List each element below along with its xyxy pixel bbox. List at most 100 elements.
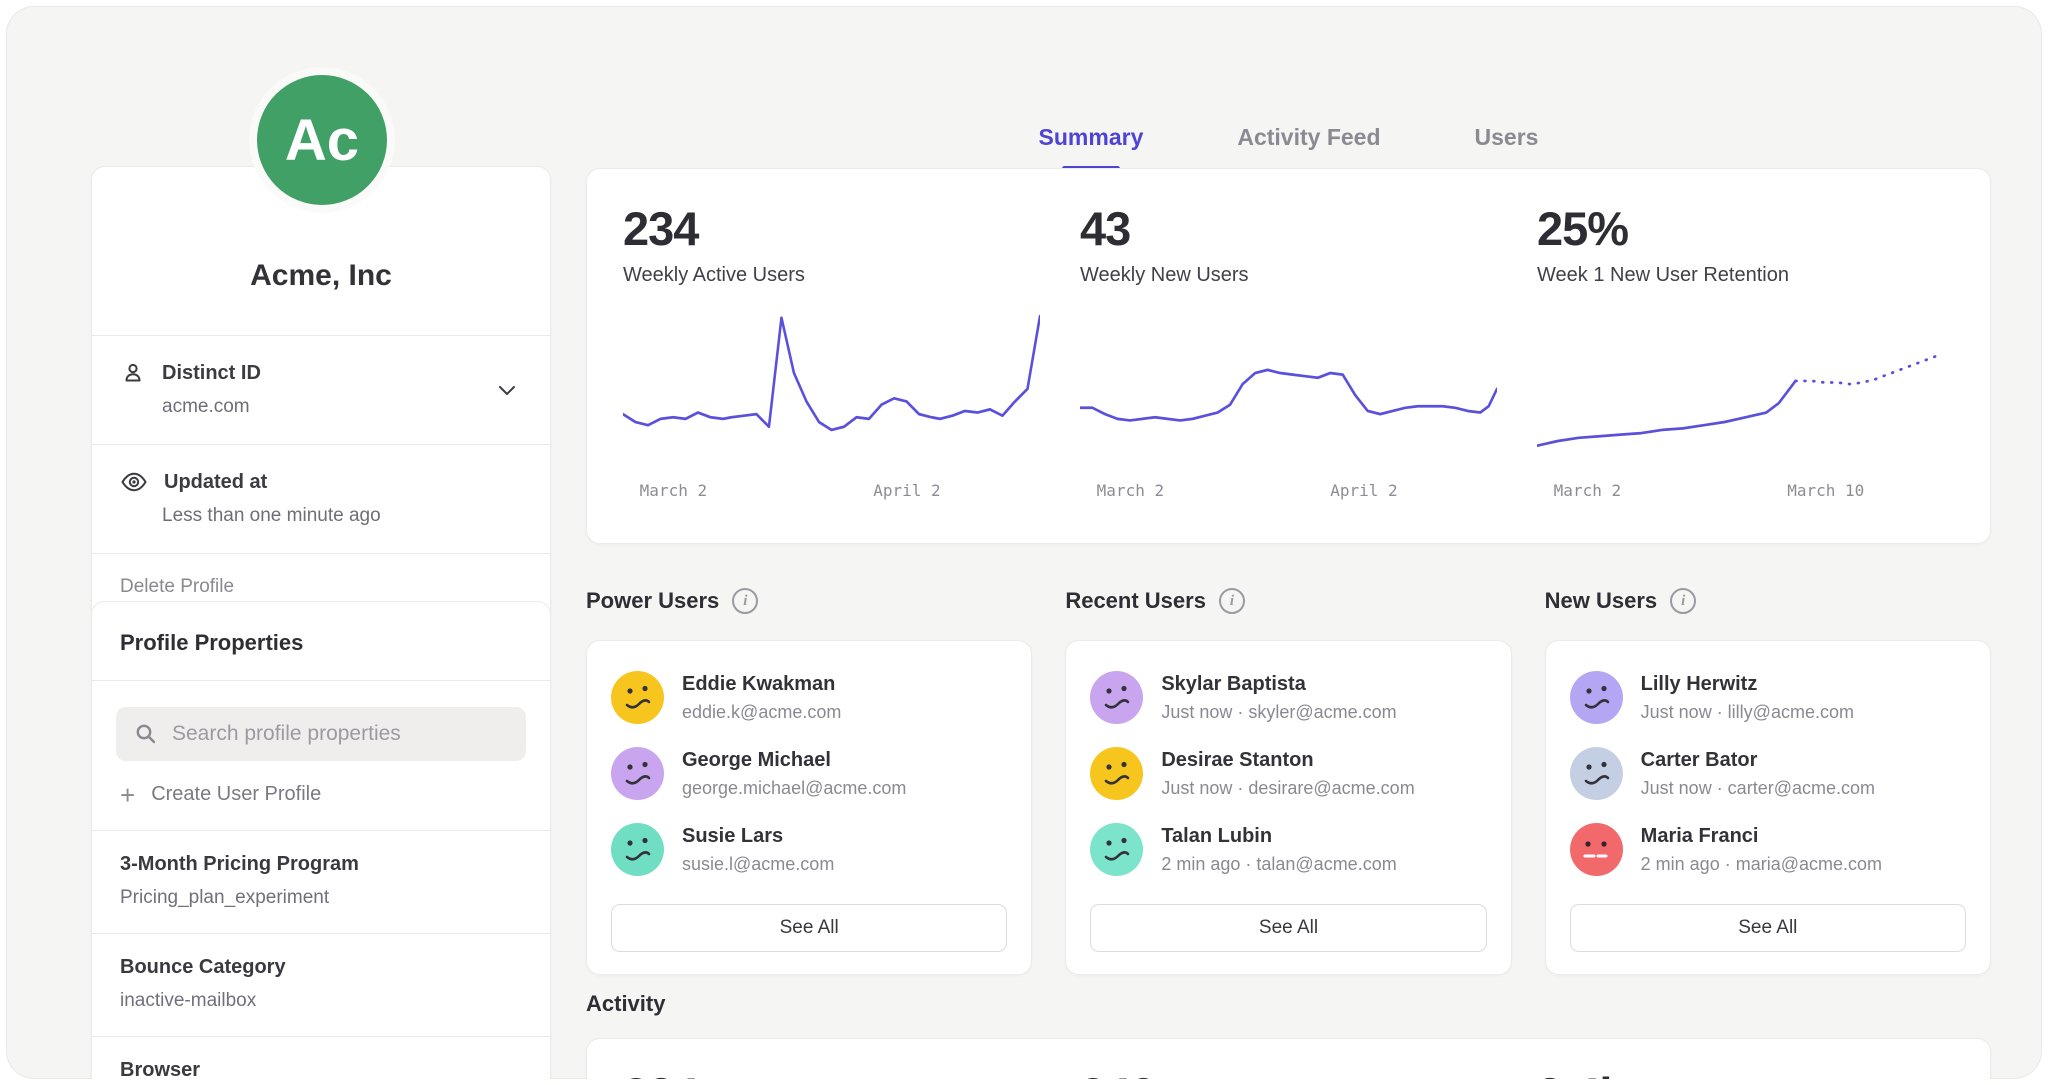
company-profile-page: Ac Acme, Inc Distinct ID acme.com <box>6 6 2042 1079</box>
user-row[interactable]: George Michael george.michael@acme.com <box>611 747 1007 800</box>
distinct-id-value: acme.com <box>162 386 522 418</box>
info-icon[interactable]: i <box>1670 588 1696 614</box>
stat-value: 234 <box>623 201 1040 256</box>
eye-icon <box>120 469 148 495</box>
avatar <box>611 671 664 724</box>
axis-tick: March 2 <box>640 481 707 500</box>
user-name: Susie Lars <box>682 823 834 848</box>
activity-card: 234 240 3.4k <box>586 1038 1991 1079</box>
user-row[interactable]: Susie Lars susie.l@acme.com <box>611 823 1007 876</box>
see-all-button[interactable]: See All <box>611 904 1007 952</box>
power-users-section: Power Users i Eddie Kwakman eddie.k@acme… <box>586 586 1032 975</box>
recent-users-card: Skylar Baptista Just now · skyler@acme.c… <box>1065 640 1511 975</box>
profile-properties-search[interactable] <box>116 707 526 761</box>
updated-at-row: Updated at Less than one minute ago <box>92 444 550 553</box>
user-detail: eddie.k@acme.com <box>682 696 841 723</box>
axis-tick: March 10 <box>1787 481 1864 500</box>
weekly-new-users-sparkline <box>1080 313 1497 471</box>
user-detail: Just now · skyler@acme.com <box>1161 696 1396 723</box>
tab-summary[interactable]: Summary <box>1035 118 1148 173</box>
avatar <box>1090 747 1143 800</box>
property-value: Pricing_plan_experiment <box>120 876 522 909</box>
axis-tick: April 2 <box>873 481 940 500</box>
distinct-id-label: Distinct ID <box>162 362 261 385</box>
x-axis: March 2 April 2 <box>1080 481 1497 505</box>
user-row[interactable]: Talan Lubin 2 min ago · talan@acme.com <box>1090 823 1486 876</box>
activity-title: Activity <box>586 991 665 1017</box>
search-input[interactable] <box>172 722 508 746</box>
distinct-id-row[interactable]: Distinct ID acme.com <box>92 335 550 444</box>
user-detail: Just now · lilly@acme.com <box>1641 696 1854 723</box>
activity-stat: 3.4k <box>1537 1067 1954 1079</box>
profile-properties-card: Profile Properties + Create User Profile… <box>91 601 551 1079</box>
summary-stats-card: 234 Weekly Active Users March 2 April 2 … <box>586 168 1991 544</box>
stat-weekly-new-users: 43 Weekly New Users March 2 April 2 <box>1080 201 1497 519</box>
stat-value: 43 <box>1080 201 1497 256</box>
tab-bar: Summary Activity Feed Users <box>586 118 1991 173</box>
company-avatar: Ac <box>249 67 395 213</box>
property-row[interactable]: 3-Month Pricing Program Pricing_plan_exp… <box>92 830 550 933</box>
power-users-card: Eddie Kwakman eddie.k@acme.com George Mi… <box>586 640 1032 975</box>
info-icon[interactable]: i <box>732 588 758 614</box>
stat-week1-retention: 25% Week 1 New User Retention March 2 Ma… <box>1537 201 1954 519</box>
see-all-button[interactable]: See All <box>1570 904 1966 952</box>
user-detail: Just now · carter@acme.com <box>1641 772 1875 799</box>
user-row[interactable]: Maria Franci 2 min ago · maria@acme.com <box>1570 823 1966 876</box>
avatar <box>611 823 664 876</box>
chevron-down-icon[interactable] <box>494 382 520 400</box>
weekly-active-users-sparkline <box>623 313 1040 471</box>
company-avatar-initials: Ac <box>285 107 359 174</box>
person-icon <box>120 360 146 386</box>
profile-properties-title: Profile Properties <box>92 602 550 681</box>
stat-value: 25% <box>1537 201 1954 256</box>
user-name: Eddie Kwakman <box>682 671 841 696</box>
plus-icon: + <box>120 785 135 805</box>
tab-summary-label: Summary <box>1039 124 1144 150</box>
x-axis: March 2 April 2 <box>623 481 1040 505</box>
avatar <box>611 747 664 800</box>
create-user-profile-label: Create User Profile <box>151 783 321 806</box>
stat-weekly-active-users: 234 Weekly Active Users March 2 April 2 <box>623 201 1040 519</box>
avatar <box>1090 671 1143 724</box>
recent-users-section: Recent Users i Skylar Baptista Just now … <box>1065 586 1511 975</box>
property-row[interactable]: Browser Chrome <box>92 1036 550 1079</box>
tab-activity-feed[interactable]: Activity Feed <box>1233 118 1384 173</box>
see-all-button[interactable]: See All <box>1090 904 1486 952</box>
axis-tick: April 2 <box>1330 481 1397 500</box>
stat-label: Weekly New Users <box>1080 264 1497 287</box>
company-summary-card: Acme, Inc Distinct ID acme.com <box>91 166 551 621</box>
search-icon <box>134 722 158 746</box>
user-row[interactable]: Eddie Kwakman eddie.k@acme.com <box>611 671 1007 724</box>
user-row[interactable]: Desirae Stanton Just now · desirare@acme… <box>1090 747 1486 800</box>
user-name: Desirae Stanton <box>1161 747 1414 772</box>
axis-tick: March 2 <box>1554 481 1621 500</box>
tab-users[interactable]: Users <box>1471 118 1543 173</box>
user-name: Lilly Herwitz <box>1641 671 1854 696</box>
x-axis: March 2 March 10 <box>1537 481 1954 505</box>
new-users-section: New Users i Lilly Herwitz Just now · lil… <box>1545 586 1991 975</box>
user-detail: 2 min ago · maria@acme.com <box>1641 848 1882 875</box>
property-name: Bounce Category <box>120 956 522 979</box>
user-row[interactable]: Lilly Herwitz Just now · lilly@acme.com <box>1570 671 1966 724</box>
user-detail: george.michael@acme.com <box>682 772 906 799</box>
updated-at-label: Updated at <box>164 471 267 494</box>
axis-tick: March 2 <box>1097 481 1164 500</box>
property-name: 3-Month Pricing Program <box>120 853 522 876</box>
user-row[interactable]: Skylar Baptista Just now · skyler@acme.c… <box>1090 671 1486 724</box>
updated-at-value: Less than one minute ago <box>162 495 522 527</box>
property-row[interactable]: Bounce Category inactive-mailbox <box>92 933 550 1036</box>
user-name: Maria Franci <box>1641 823 1882 848</box>
new-users-title: New Users <box>1545 588 1658 614</box>
avatar <box>1570 747 1623 800</box>
activity-stat: 234 <box>623 1067 1040 1079</box>
power-users-title: Power Users <box>586 588 719 614</box>
avatar <box>1570 823 1623 876</box>
user-row[interactable]: Carter Bator Just now · carter@acme.com <box>1570 747 1966 800</box>
user-name: George Michael <box>682 747 906 772</box>
user-detail: 2 min ago · talan@acme.com <box>1161 848 1396 875</box>
activity-stat: 240 <box>1080 1067 1497 1079</box>
info-icon[interactable]: i <box>1219 588 1245 614</box>
tab-activity-feed-label: Activity Feed <box>1237 124 1380 150</box>
create-user-profile-button[interactable]: + Create User Profile <box>120 783 522 806</box>
user-name: Carter Bator <box>1641 747 1875 772</box>
